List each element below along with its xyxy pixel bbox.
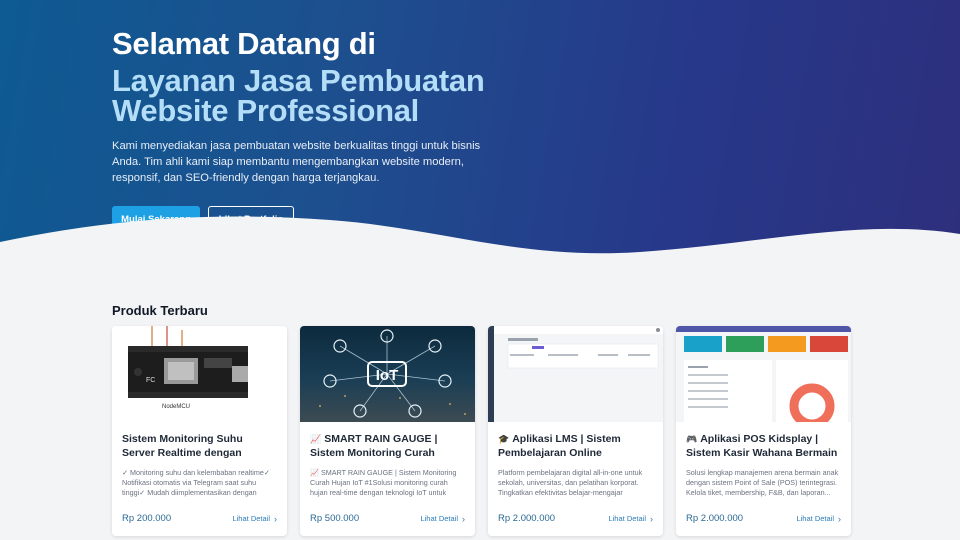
chevron-right-icon: › <box>274 513 277 524</box>
product-card[interactable]: 🎓 Aplikasi LMS | Sistem Pembelajaran Onli… <box>488 326 663 536</box>
product-image-iot[interactable]: IoT <box>300 326 475 422</box>
product-card[interactable]: IoT 📈 SMART RAIN GAUGE | Sistem Monitorin… <box>300 326 475 536</box>
product-image-nodemcu[interactable]: FC NodeMCU <box>112 326 287 422</box>
card-footer: Rp 2.000.000 Lihat Detail › <box>498 513 653 524</box>
card-body: 🎓 Aplikasi LMS | Sistem Pembelajaran Onli… <box>488 422 663 499</box>
product-image-pos[interactable] <box>676 326 851 422</box>
view-detail-label: Lihat Detail <box>420 514 458 523</box>
product-title-text: Sistem Monitoring Suhu Server Realtime d… <box>122 433 243 459</box>
product-description: 📈 SMART RAIN GAUGE | Sistem Monitoring C… <box>310 468 457 499</box>
chart-icon: 📈 <box>310 434 322 444</box>
iot-label: IoT <box>376 367 399 384</box>
card-footer: Rp 2.000.000 Lihat Detail › <box>686 513 841 524</box>
product-price: Rp 500.000 <box>310 513 360 524</box>
product-image-lms[interactable] <box>488 326 663 422</box>
iot-network-icon: IoT <box>319 329 466 418</box>
hero-wave-divider <box>0 216 960 272</box>
hero-banner: Selamat Datang di Layanan Jasa Pembuatan… <box>0 0 960 272</box>
product-card[interactable]: FC NodeMCU Sistem Monitoring Suhu Server… <box>112 326 287 536</box>
view-detail-label: Lihat Detail <box>608 514 646 523</box>
lms-screenshot-icon <box>488 326 663 422</box>
product-price: Rp 2.000.000 <box>498 513 556 524</box>
product-card[interactable]: 🎮 Aplikasi POS Kidsplay | Sistem Kasir Wa… <box>676 326 851 536</box>
game-controller-icon: 🎮 <box>686 434 698 444</box>
product-card-list: FC NodeMCU Sistem Monitoring Suhu Server… <box>112 326 851 536</box>
card-body: 📈 SMART RAIN GAUGE | Sistem Monitoring Cu… <box>300 422 475 499</box>
view-detail-link[interactable]: Lihat Detail › <box>232 514 277 524</box>
product-description: Solusi lengkap manajemen arena bermain a… <box>686 468 839 498</box>
chevron-right-icon: › <box>650 513 653 524</box>
product-price: Rp 2.000.000 <box>686 513 744 524</box>
view-detail-link[interactable]: Lihat Detail › <box>420 514 465 524</box>
view-detail-link[interactable]: Lihat Detail › <box>796 514 841 524</box>
board-label: NodeMCU <box>162 404 190 410</box>
product-description: ✓ Monitoring suhu dan kelembaban realtim… <box>122 468 270 499</box>
chevron-right-icon: › <box>838 513 841 524</box>
nodemcu-board-icon: FC NodeMCU <box>128 326 248 410</box>
hero-title-line1: Selamat Datang di <box>112 26 376 61</box>
graduation-cap-icon: 🎓 <box>498 434 510 444</box>
product-title[interactable]: 🎮 Aplikasi POS Kidsplay | Sistem Kasir Wa… <box>686 432 841 460</box>
product-title[interactable]: Sistem Monitoring Suhu Server Realtime d… <box>122 432 277 460</box>
svg-text:FC: FC <box>146 377 155 384</box>
product-price: Rp 200.000 <box>122 513 172 524</box>
product-title-text: Aplikasi POS Kidsplay | Sistem Kasir Wah… <box>686 433 838 459</box>
product-title[interactable]: 📈 SMART RAIN GAUGE | Sistem Monitoring Cu… <box>310 432 465 460</box>
section-title-latest-products: Produk Terbaru <box>112 303 208 318</box>
hero-title-line2: Layanan Jasa Pembuatan <box>112 63 485 98</box>
hero-title-line3: Website Professional <box>112 93 419 128</box>
card-footer: Rp 200.000 Lihat Detail › <box>122 513 277 524</box>
chevron-right-icon: › <box>462 513 465 524</box>
product-description: Platform pembelajaran digital all-in-one… <box>498 468 643 499</box>
hero-description: Kami menyediakan jasa pembuatan website … <box>112 140 481 184</box>
card-footer: Rp 500.000 Lihat Detail › <box>310 513 465 524</box>
pos-dashboard-icon <box>676 326 851 422</box>
product-title[interactable]: 🎓 Aplikasi LMS | Sistem Pembelajaran Onli… <box>498 432 653 460</box>
view-detail-link[interactable]: Lihat Detail › <box>608 514 653 524</box>
hero-content: Selamat Datang di Layanan Jasa Pembuatan… <box>112 26 512 232</box>
card-body: 🎮 Aplikasi POS Kidsplay | Sistem Kasir Wa… <box>676 422 851 499</box>
view-detail-label: Lihat Detail <box>796 514 834 523</box>
product-title-text: Aplikasi LMS | Sistem Pembelajaran Onlin… <box>498 433 621 459</box>
product-title-text: SMART RAIN GAUGE | Sistem Monitoring Cur… <box>310 433 438 459</box>
card-body: Sistem Monitoring Suhu Server Realtime d… <box>112 422 287 499</box>
view-detail-label: Lihat Detail <box>232 514 270 523</box>
